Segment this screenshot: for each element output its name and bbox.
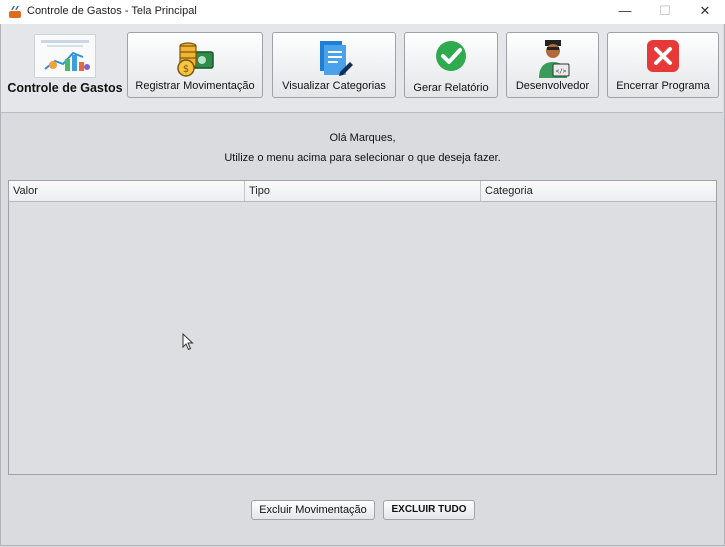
red-close-icon [647,40,679,72]
window-title: Controle de Gastos - Tela Principal [27,5,197,17]
instruction-text: Utilize o menu acima para selecionar o q… [224,152,501,164]
relatorio-label: Gerar Relatório [413,82,489,94]
desenvolvedor-button[interactable]: </> Desenvolvedor [506,32,599,98]
green-check-icon [436,41,466,71]
maximize-button[interactable]: ☐ [645,0,685,24]
app-name-label: Controle de Gastos [7,81,123,95]
column-header-valor[interactable]: Valor [9,181,245,201]
registrar-movimentacao-button[interactable]: $ Registrar Movimentação [127,32,263,98]
app-logo [34,34,96,78]
svg-text:</>: </> [555,68,566,75]
document-edit-icon [320,41,353,76]
encerrar-programa-button[interactable]: Encerrar Programa [607,32,719,98]
visualizar-categorias-button[interactable]: Visualizar Categorias [272,32,396,98]
movimentacoes-table[interactable]: Valor Tipo Categoria [8,180,717,475]
chart-logo-icon [41,40,90,71]
developer-avatar-icon: </> [538,40,569,78]
greeting-text: Olá Marques, [329,132,396,144]
column-header-tipo[interactable]: Tipo [245,181,481,201]
svg-text:$: $ [183,64,189,75]
gerar-relatorio-button[interactable]: Gerar Relatório [404,32,498,98]
encerrar-label: Encerrar Programa [616,80,710,92]
excluir-movimentacao-button[interactable]: Excluir Movimentação [251,500,375,520]
minimize-button[interactable]: — [605,0,645,24]
table-body[interactable] [9,201,716,474]
column-header-categoria[interactable]: Categoria [481,181,716,201]
coins-cash-icon: $ [177,42,214,77]
title-bar[interactable]: Controle de Gastos - Tela Principal — ☐ … [0,0,725,24]
close-window-button[interactable]: ✕ [685,0,725,24]
toolbar: Controle de Gastos $ Registrar Movimenta… [1,24,723,113]
excluir-tudo-button[interactable]: EXCLUIR TUDO [383,500,475,520]
java-app-icon [9,5,21,18]
visualizar-label: Visualizar Categorias [282,80,386,92]
desenvolvedor-label: Desenvolvedor [515,80,590,92]
table-header: Valor Tipo Categoria [9,181,716,202]
registrar-label: Registrar Movimentação [135,80,255,92]
mouse-cursor-icon [182,333,194,351]
